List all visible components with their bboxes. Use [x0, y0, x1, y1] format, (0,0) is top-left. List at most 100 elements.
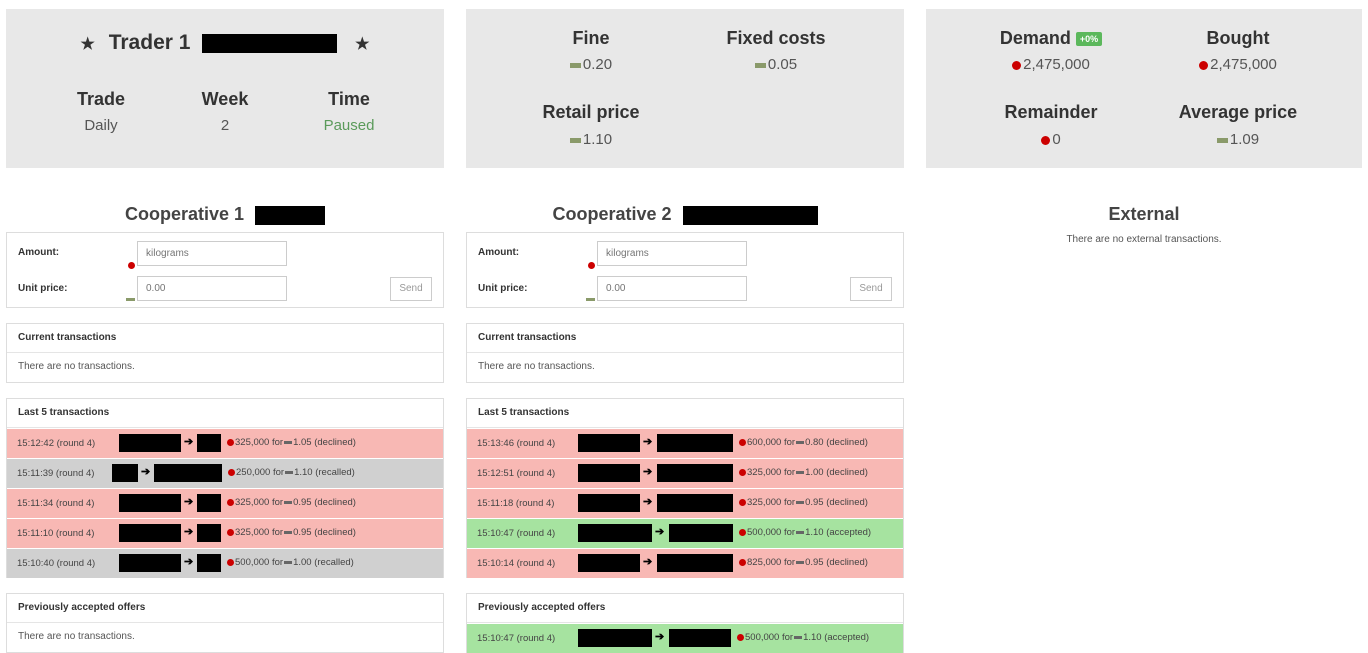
week-value: 2	[220, 117, 230, 134]
transaction-description: 325,000 for 1.05 (declined)	[227, 437, 356, 448]
redacted-receiver	[197, 494, 221, 512]
transaction-time: 15:10:14 (round 4)	[477, 558, 556, 569]
amount-input[interactable]	[137, 241, 287, 266]
empty-message: There are no transactions.	[18, 361, 135, 372]
transaction-row: 15:12:51 (round 4) ➔ 325,000 for 1.00 (decl…	[467, 458, 903, 488]
redacted-sender	[578, 629, 652, 647]
trade-value: Daily	[84, 117, 118, 134]
money-icon	[754, 62, 766, 68]
dot-icon	[227, 558, 234, 566]
week-label: Week	[201, 89, 249, 109]
transaction-description: 250,000 for 1.10 (recalled)	[228, 467, 355, 478]
transaction-description: 325,000 for 0.95 (declined)	[227, 527, 356, 538]
transaction-row: 15:10:40 (round 4) ➔ 500,000 for 1.00 (reca…	[7, 548, 443, 578]
transaction-time: 15:12:42 (round 4)	[17, 438, 96, 449]
remainder-value: 0	[976, 131, 1126, 148]
dot-icon	[1012, 60, 1022, 70]
transaction-time: 15:10:47 (round 4)	[477, 528, 556, 539]
money-icon	[126, 298, 135, 301]
arrow-right-icon: ➔	[184, 496, 194, 508]
dot-icon	[1199, 60, 1209, 70]
redacted-sender	[119, 494, 181, 512]
redacted-name	[682, 205, 818, 225]
amount-input[interactable]	[597, 241, 747, 266]
redacted-sender	[112, 464, 138, 482]
send-button[interactable]: Send	[850, 277, 892, 301]
amount-label: Amount:	[478, 247, 520, 258]
redacted-name	[202, 33, 338, 53]
transaction-list: 15:10:47 (round 4) ➔ 500,000 for 1.10 (acce…	[467, 623, 903, 653]
average-price-label: Average price	[1178, 102, 1298, 122]
money-icon	[284, 530, 293, 534]
redacted-name	[255, 205, 326, 225]
trader-panel: ★ Trader 1 ★ Trade Daily Week 2 Time Pau…	[6, 9, 444, 168]
transaction-list: 15:12:42 (round 4) ➔ 325,000 for 1.05 (decl…	[7, 428, 443, 578]
send-button[interactable]: Send	[390, 277, 432, 301]
amount-label: Amount:	[18, 247, 60, 258]
money-icon	[796, 500, 805, 504]
coop1-current-transactions: Current transactions There are no transa…	[6, 323, 444, 383]
money-icon	[285, 470, 294, 474]
money-icon	[586, 298, 595, 301]
unit-price-label: Unit price:	[18, 283, 68, 294]
average-price-value: 1.09	[1163, 131, 1313, 148]
redacted-sender	[119, 434, 181, 452]
redacted-receiver	[154, 464, 222, 482]
arrow-right-icon: ➔	[655, 631, 665, 643]
transaction-time: 15:11:10 (round 4)	[17, 528, 95, 539]
arrow-right-icon: ➔	[184, 526, 194, 538]
transaction-description: 325,000 for 1.00 (declined)	[739, 467, 868, 478]
redacted-sender	[578, 464, 640, 482]
money-icon	[284, 500, 293, 504]
dot-icon	[1041, 135, 1051, 145]
external-empty-message: There are no external transactions.	[1066, 234, 1222, 245]
transaction-row: 15:12:42 (round 4) ➔ 325,000 for 1.05 (decl…	[7, 428, 443, 458]
section-title: Current transactions	[7, 324, 443, 353]
retail-price-label: Retail price	[542, 102, 640, 122]
arrow-right-icon: ➔	[141, 466, 151, 478]
transaction-time: 15:10:47 (round 4)	[477, 633, 556, 644]
dot-icon	[739, 528, 746, 536]
coop2-previous-offers: Previously accepted offers 15:10:47 (rou…	[466, 593, 904, 653]
costs-panel: Fine 0.20 Fixed costs 0.05 Retail price …	[466, 9, 904, 168]
redacted-sender	[578, 554, 640, 572]
redacted-sender	[119, 524, 181, 542]
external-title: External	[1108, 204, 1180, 224]
transaction-row: 15:10:47 (round 4) ➔ 500,000 for 1.10 (acce…	[467, 518, 903, 548]
dot-icon	[227, 438, 234, 446]
dot-icon	[588, 262, 595, 269]
dot-icon	[739, 558, 746, 566]
redacted-receiver	[657, 494, 733, 512]
dot-icon	[737, 633, 744, 641]
transaction-description: 500,000 for 1.00 (recalled)	[227, 557, 354, 568]
section-title: Previously accepted offers	[467, 594, 903, 623]
unit-price-input[interactable]	[597, 276, 747, 301]
remainder-label: Remainder	[1004, 102, 1098, 122]
trader-title: Trader 1	[108, 31, 191, 54]
money-icon	[796, 440, 805, 444]
empty-message: There are no transactions.	[478, 361, 595, 372]
transaction-row: 15:10:14 (round 4) ➔ 825,000 for 0.95 (decl…	[467, 548, 903, 578]
fixed-costs-label: Fixed costs	[726, 28, 826, 48]
section-title: Last 5 transactions	[7, 399, 443, 428]
coop2-current-transactions: Current transactions There are no transa…	[466, 323, 904, 383]
transaction-time: 15:11:39 (round 4)	[17, 468, 95, 479]
redacted-receiver	[669, 524, 733, 542]
redacted-sender	[578, 494, 640, 512]
transaction-description: 325,000 for 0.95 (declined)	[227, 497, 356, 508]
section-title: Previously accepted offers	[7, 594, 443, 623]
transaction-row: 15:11:34 (round 4) ➔ 325,000 for 0.95 (decl…	[7, 488, 443, 518]
star-icon: ★	[80, 36, 95, 53]
unit-price-input[interactable]	[137, 276, 287, 301]
redacted-sender	[578, 434, 640, 452]
transaction-row: 15:11:39 (round 4) ➔ 250,000 for 1.10 (reca…	[7, 458, 443, 488]
dot-icon	[739, 438, 746, 446]
money-icon	[569, 137, 581, 143]
coop1-offer-form: Amount: Unit price: Send	[6, 232, 444, 308]
money-icon	[796, 470, 805, 474]
money-icon	[794, 635, 803, 639]
transaction-description: 825,000 for 0.95 (declined)	[739, 557, 868, 568]
arrow-right-icon: ➔	[643, 496, 653, 508]
dot-icon	[227, 528, 234, 536]
transaction-row: 15:11:10 (round 4) ➔ 325,000 for 0.95 (decl…	[7, 518, 443, 548]
